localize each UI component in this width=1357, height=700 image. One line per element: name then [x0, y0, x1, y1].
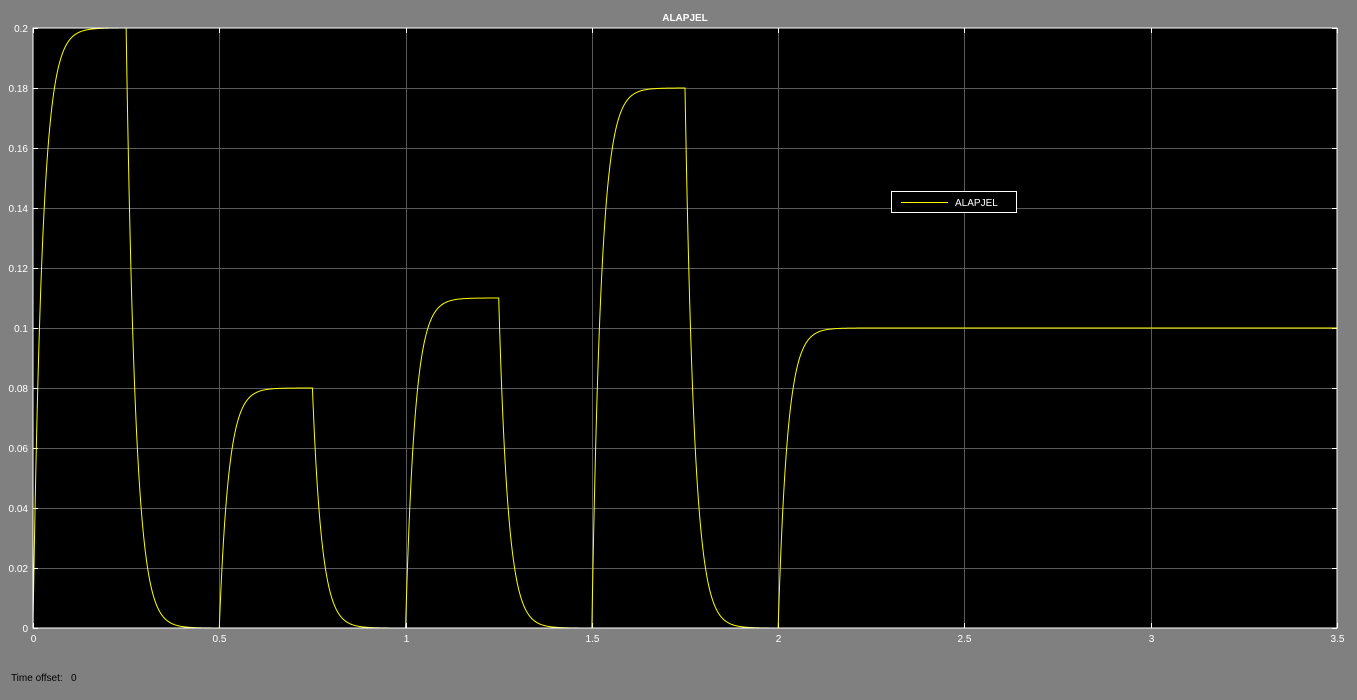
time-offset-readout: Time offset: 0: [0, 658, 77, 684]
tick-label-y: 0.06: [9, 444, 29, 455]
tick-label-y: 0.04: [9, 504, 29, 515]
tick-label-y: 0.14: [9, 204, 29, 215]
tick-label-x: 3.5: [1331, 634, 1345, 645]
tick-label-x: 3: [1149, 634, 1155, 645]
tick-label-y: 0.08: [9, 384, 29, 395]
tick-label-x: 0: [31, 634, 37, 645]
scope-window: 0 0.5 1 1.5 2 2.5 3 3.5 0 0.02 0.04 0.06 0.08 0.1 0.12…: [0, 0, 1357, 684]
tick-label-x: 2: [776, 634, 782, 645]
time-offset-label: Time offset:: [10, 673, 63, 684]
legend-label-alapjel: ALAPJEL: [955, 198, 998, 209]
tick-label-y: 0.12: [9, 264, 29, 275]
time-offset-value: 0: [70, 673, 77, 684]
chart: 0 0.5 1 1.5 2 2.5 3 3.5 0 0.02 0.04 0.06 0.08 0.1 0.12…: [9, 13, 1345, 645]
tick-label-x: 1.5: [586, 634, 600, 645]
tick-label-x: 0.5: [213, 634, 227, 645]
tick-label-y: 0.02: [9, 564, 29, 575]
tick-label-y: 0.16: [9, 144, 29, 155]
tick-label-y: 0.1: [14, 324, 28, 335]
tick-label-x: 1: [404, 634, 410, 645]
tick-label-x: 2.5: [958, 634, 972, 645]
tick-label-y: 0.18: [9, 84, 29, 95]
chart-title: ALAPJEL: [662, 13, 708, 24]
tick-label-y: 0.2: [14, 24, 28, 35]
tick-label-y: 0: [22, 624, 28, 635]
legend[interactable]: ALAPJEL: [891, 191, 1017, 213]
